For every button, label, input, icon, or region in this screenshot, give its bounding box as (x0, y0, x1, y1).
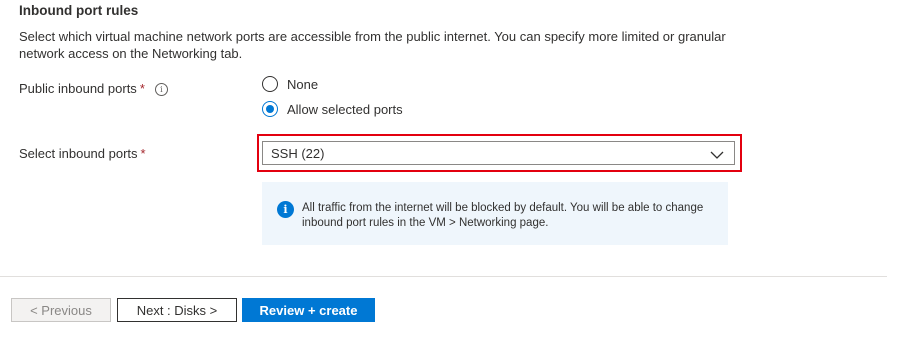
dropdown-selected-value: SSH (22) (271, 145, 325, 161)
radio-button-none[interactable] (262, 76, 278, 92)
info-message-text: All traffic from the internet will be bl… (302, 202, 704, 229)
radio-label-none: None (287, 76, 319, 92)
radio-option-none[interactable]: None (262, 76, 318, 92)
review-create-button[interactable]: Review + create (242, 298, 375, 322)
inbound-ports-dropdown[interactable]: SSH (22) (262, 141, 735, 165)
required-asterisk: * (139, 81, 145, 96)
select-inbound-ports-label: Select inbound ports (19, 146, 138, 161)
previous-button[interactable]: < Previous (11, 298, 111, 322)
info-circle-icon: i (277, 201, 294, 218)
inbound-port-rules-page: Inbound port rules Select which virtual … (0, 0, 904, 342)
info-message-box: i All traffic from the internet will be … (262, 182, 728, 245)
radio-button-allow-selected-ports[interactable] (262, 101, 278, 117)
next-disks-button[interactable]: Next : Disks > (117, 298, 237, 322)
public-inbound-ports-label: Public inbound ports (19, 81, 137, 96)
public-inbound-ports-label-row: Public inbound ports * i (19, 81, 168, 96)
required-asterisk: * (140, 146, 146, 161)
radio-label-allow-selected-ports: Allow selected ports (287, 101, 403, 117)
section-description: Select which virtual machine network por… (19, 29, 726, 61)
section-title: Inbound port rules (19, 3, 139, 18)
radio-option-allow-selected-ports[interactable]: Allow selected ports (262, 101, 403, 117)
info-icon[interactable]: i (154, 83, 168, 96)
select-inbound-ports-label-row: Select inbound ports * (19, 146, 146, 161)
footer-divider (0, 276, 887, 277)
chevron-down-icon (710, 148, 724, 163)
